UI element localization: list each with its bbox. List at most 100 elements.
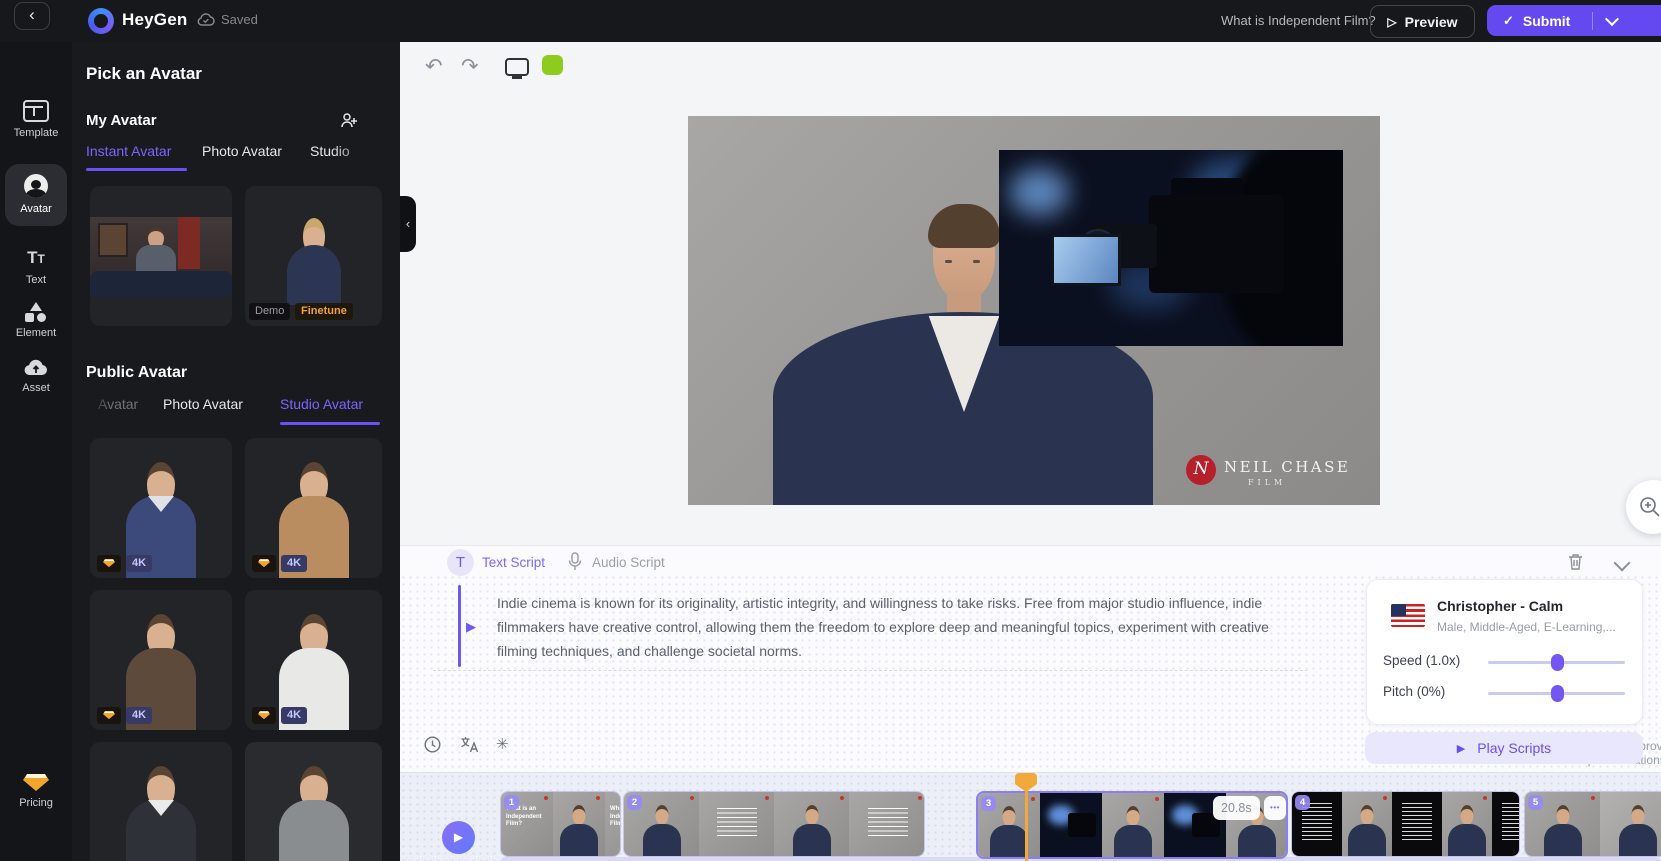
translate-button[interactable] xyxy=(460,736,479,753)
back-icon: ‹ xyxy=(29,5,35,24)
clip-duration-badge[interactable]: 20.8s xyxy=(1213,796,1260,820)
text-script-icon[interactable]: T xyxy=(447,549,474,576)
asset-label: Asset xyxy=(0,382,72,394)
trash-icon xyxy=(1568,553,1583,570)
premium-diamond-icon xyxy=(252,555,276,572)
cloud-check-icon xyxy=(197,13,215,27)
pause-duration-button[interactable] xyxy=(424,736,441,753)
redo-button[interactable]: ↷ xyxy=(461,56,479,78)
timeline-play-button[interactable]: ▶ xyxy=(442,821,475,854)
gpt-assistant-button[interactable]: ✳ xyxy=(496,735,509,753)
clip-number: 4 xyxy=(1295,795,1310,810)
screen-size-button[interactable] xyxy=(505,58,529,76)
active-tab2-underline xyxy=(280,422,380,425)
tabs2-fade-left xyxy=(85,392,109,418)
public-avatar-card-gray[interactable] xyxy=(245,742,382,861)
camera-overlay-image[interactable] xyxy=(999,150,1343,346)
template-label: Template xyxy=(0,127,72,139)
thumb-presenter xyxy=(1102,793,1164,857)
add-avatar-button[interactable] xyxy=(340,112,358,129)
public-avatar-card-coat[interactable]: 4K xyxy=(245,438,382,578)
clip-number: 1 xyxy=(504,795,519,810)
public-avatar-card-tshirt[interactable]: 4K xyxy=(245,590,382,730)
timeline: ▶ 1 What is an Independent Film? What is… xyxy=(400,772,1661,861)
sidebar-item-avatar[interactable]: Avatar xyxy=(0,174,72,215)
script-collapse-chevron-icon[interactable] xyxy=(1614,555,1631,572)
submit-button[interactable]: ✓ Submit xyxy=(1487,5,1661,36)
avatar-label: Avatar xyxy=(0,203,72,215)
my-avatar-card-finetune[interactable]: Demo Finetune xyxy=(245,186,382,326)
public-avatar-card-suit[interactable] xyxy=(90,742,232,861)
play-filled-icon: ▶ xyxy=(454,830,463,844)
pitch-label: Pitch (0%) xyxy=(1383,684,1445,699)
redo-icon: ↷ xyxy=(461,55,479,78)
sidebar-item-template[interactable]: Template xyxy=(0,100,72,139)
thumb-black-slide xyxy=(1392,792,1442,856)
premium-diamond-icon xyxy=(97,555,121,572)
tab-instant-avatar[interactable]: Instant Avatar xyxy=(86,143,171,159)
voice-traits: Male, Middle-Aged, E-Learning,... xyxy=(1437,620,1616,634)
pitch-slider[interactable] xyxy=(1488,692,1625,695)
sidebar-item-element[interactable]: Element xyxy=(0,302,72,339)
save-status: Saved xyxy=(197,12,258,27)
preview-button[interactable]: ▷ Preview xyxy=(1370,5,1475,38)
4k-badge: 4K xyxy=(126,707,152,724)
undo-icon: ↶ xyxy=(425,55,443,78)
4k-badge: 4K xyxy=(126,555,152,572)
script-play-icon[interactable]: ▶ xyxy=(466,619,476,635)
speed-slider[interactable] xyxy=(1488,661,1625,664)
presenter-hair xyxy=(928,204,1000,248)
sidebar-item-asset[interactable]: Asset xyxy=(0,358,72,394)
tab-text-script[interactable]: Text Script xyxy=(482,555,545,570)
tab-photo-avatar[interactable]: Photo Avatar xyxy=(202,143,282,159)
premium-diamond-icon xyxy=(252,707,276,724)
neil-chase-logo-icon: N xyxy=(1186,455,1216,485)
heygen-logo-icon[interactable] xyxy=(88,8,114,34)
clip-more-button[interactable]: ••• xyxy=(1264,796,1286,820)
submit-chevron-down-icon[interactable] xyxy=(1605,12,1619,26)
undo-button[interactable]: ↶ xyxy=(425,56,443,78)
play-scripts-label: Play Scripts xyxy=(1477,740,1551,756)
back-button[interactable]: ‹ xyxy=(14,2,50,30)
public-avatar-card-sweater[interactable]: 4K xyxy=(90,590,232,730)
tab-public-photo-avatar[interactable]: Photo Avatar xyxy=(163,396,243,412)
canvas-area: ↶ ↷ xyxy=(400,42,1661,545)
project-title[interactable]: What is Independent Film? xyxy=(1221,13,1376,28)
script-text[interactable]: Indie cinema is known for its originalit… xyxy=(497,591,1277,663)
openai-icon: ✳ xyxy=(496,736,509,753)
public-avatar-card-vest[interactable]: 4K xyxy=(90,438,232,578)
check-icon: ✓ xyxy=(1503,13,1514,29)
timeline-clip-4[interactable]: 4 xyxy=(1291,791,1520,857)
template-icon xyxy=(23,100,49,122)
4k-badge: 4K xyxy=(281,555,307,572)
clock-icon xyxy=(424,736,441,753)
tab-audio-script[interactable]: Audio Script xyxy=(592,555,665,570)
thumb-text-slide xyxy=(699,792,774,856)
asset-upload-icon xyxy=(23,358,49,377)
tab-public-studio-avatar[interactable]: Studio Avatar xyxy=(280,396,363,412)
element-label: Element xyxy=(0,327,72,339)
timeline-clip-1[interactable]: 1 What is an Independent Film? What is a… xyxy=(500,791,621,857)
timeline-clip-5[interactable]: 5 xyxy=(1524,791,1661,857)
text-label: Text xyxy=(0,274,72,286)
voice-settings-card[interactable]: Christopher - Calm Male, Middle-Aged, E-… xyxy=(1366,579,1643,725)
sidebar-item-text[interactable]: TT Text xyxy=(0,248,72,286)
topbar: ‹ HeyGen Saved What is Independent Film?… xyxy=(0,0,1661,42)
pitch-slider-thumb[interactable] xyxy=(1551,685,1564,702)
speed-slider-thumb[interactable] xyxy=(1551,654,1564,671)
background-color-swatch[interactable] xyxy=(542,55,563,75)
clip-number: 5 xyxy=(1528,795,1543,810)
pricing-label: Pricing xyxy=(0,797,72,809)
video-frame[interactable]: N NEIL CHASE FILM xyxy=(688,116,1380,505)
my-avatar-card-video[interactable] xyxy=(90,186,232,326)
microphone-icon[interactable] xyxy=(568,552,582,571)
play-scripts-button[interactable]: ▶ Play Scripts xyxy=(1365,732,1643,764)
timeline-clip-2[interactable]: 2 xyxy=(623,791,925,857)
avatar-figure xyxy=(90,742,232,861)
sidebar-item-pricing[interactable]: Pricing xyxy=(0,772,72,809)
submit-divider xyxy=(1592,12,1593,30)
thumb-presenter xyxy=(1600,792,1661,856)
delete-scene-button[interactable] xyxy=(1568,553,1583,570)
panel-collapse-button[interactable]: ‹ xyxy=(400,196,416,252)
play-filled-icon: ▶ xyxy=(1457,742,1465,755)
